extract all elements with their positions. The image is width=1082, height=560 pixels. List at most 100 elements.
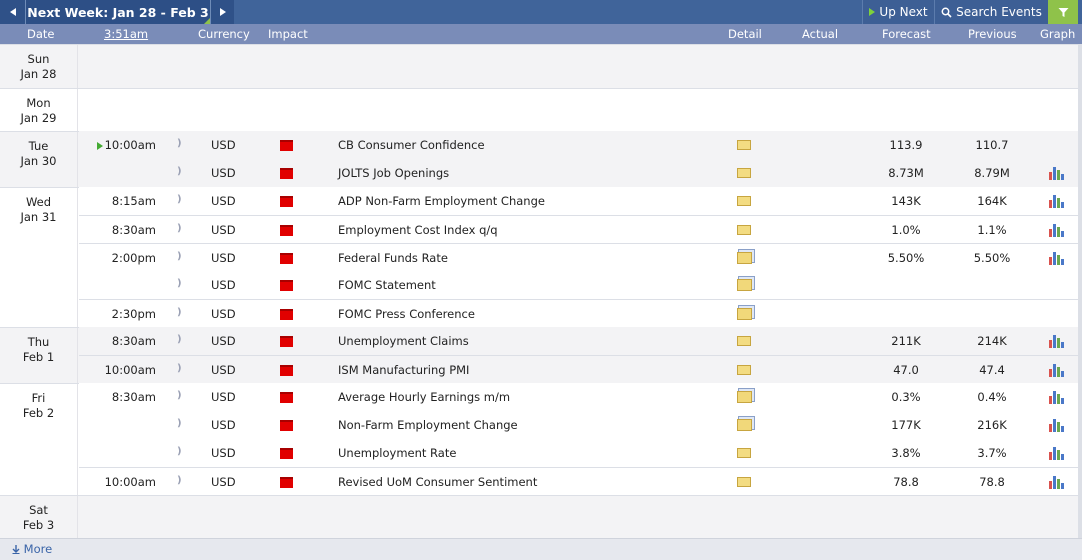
sound-alert-icon[interactable]: ) bbox=[177, 475, 182, 486]
sound-alert-icon[interactable]: ) bbox=[177, 138, 182, 149]
event-time: 2:30pm bbox=[86, 307, 156, 321]
event-time-text: 8:30am bbox=[111, 223, 156, 237]
event-title[interactable]: Non-Farm Employment Change bbox=[338, 418, 518, 432]
detail-document-icon[interactable] bbox=[737, 391, 752, 403]
day-name: Sat bbox=[29, 503, 48, 517]
event-row[interactable]: ) USD JOLTS Job Openings 8.73M 8.79M bbox=[79, 159, 1078, 187]
graph-icon[interactable] bbox=[1049, 251, 1065, 265]
graph-icon[interactable] bbox=[1049, 363, 1065, 377]
detail-folder-icon[interactable] bbox=[737, 196, 751, 206]
graph-icon[interactable] bbox=[1049, 334, 1065, 348]
detail-document-icon[interactable] bbox=[737, 252, 752, 264]
current-time-link[interactable]: 3:51am bbox=[104, 27, 148, 41]
detail-document-icon[interactable] bbox=[737, 419, 752, 431]
up-next-button[interactable]: Up Next bbox=[862, 0, 934, 24]
event-time: 8:30am bbox=[86, 223, 156, 237]
event-title[interactable]: ADP Non-Farm Employment Change bbox=[338, 194, 545, 208]
graph-bar bbox=[1057, 394, 1060, 404]
event-title[interactable]: FOMC Press Conference bbox=[338, 307, 475, 321]
sound-alert-icon[interactable]: ) bbox=[177, 194, 182, 205]
event-row[interactable]: 8:30am) USD Unemployment Claims 211K 214K bbox=[79, 327, 1078, 355]
filter-button[interactable] bbox=[1048, 0, 1078, 24]
sound-alert-icon[interactable]: ) bbox=[177, 363, 182, 374]
event-row[interactable]: 10:00am) USD Revised UoM Consumer Sentimen… bbox=[79, 467, 1078, 495]
search-events-button[interactable]: Search Events bbox=[934, 0, 1048, 24]
sound-alert-icon[interactable]: ) bbox=[177, 166, 182, 177]
high-impact-icon[interactable] bbox=[280, 168, 293, 179]
detail-document-icon[interactable] bbox=[737, 279, 752, 291]
event-title[interactable]: Employment Cost Index q/q bbox=[338, 223, 498, 237]
high-impact-icon[interactable] bbox=[280, 196, 293, 207]
graph-bar bbox=[1057, 367, 1060, 377]
graph-bar bbox=[1061, 426, 1064, 432]
event-title[interactable]: JOLTS Job Openings bbox=[338, 166, 449, 180]
graph-icon[interactable] bbox=[1049, 166, 1065, 180]
sound-alert-icon[interactable]: ) bbox=[177, 390, 182, 401]
high-impact-icon[interactable] bbox=[280, 253, 293, 264]
event-time: 8:30am bbox=[86, 390, 156, 404]
event-row[interactable]: ) USD Unemployment Rate 3.8% 3.7% bbox=[79, 439, 1078, 467]
event-row[interactable]: ) USD FOMC Statement bbox=[79, 271, 1078, 299]
detail-folder-icon[interactable] bbox=[737, 140, 751, 150]
scrollbar-track[interactable] bbox=[1078, 44, 1082, 538]
graph-icon[interactable] bbox=[1049, 475, 1065, 489]
day-label: Mon Jan 29 bbox=[0, 96, 78, 126]
event-title[interactable]: Revised UoM Consumer Sentiment bbox=[338, 475, 537, 489]
sound-alert-icon[interactable]: ) bbox=[177, 278, 182, 289]
graph-icon[interactable] bbox=[1049, 418, 1065, 432]
high-impact-icon[interactable] bbox=[280, 336, 293, 347]
sound-alert-icon[interactable]: ) bbox=[177, 334, 182, 345]
sound-alert-icon[interactable]: ) bbox=[177, 223, 182, 234]
search-events-label: Search Events bbox=[956, 5, 1042, 19]
graph-icon[interactable] bbox=[1049, 194, 1065, 208]
detail-folder-icon[interactable] bbox=[737, 477, 751, 487]
detail-folder-icon[interactable] bbox=[737, 448, 751, 458]
high-impact-icon[interactable] bbox=[280, 392, 293, 403]
sound-alert-icon[interactable]: ) bbox=[177, 307, 182, 318]
event-currency: USD bbox=[211, 334, 236, 348]
event-title[interactable]: Unemployment Claims bbox=[338, 334, 469, 348]
detail-folder-icon[interactable] bbox=[737, 336, 751, 346]
event-row[interactable]: 8:30am) USD Average Hourly Earnings m/m 0.3… bbox=[79, 383, 1078, 411]
event-row[interactable]: 10:00am) USD ISM Manufacturing PMI 47.0 47.4 bbox=[79, 355, 1078, 383]
event-forecast: 3.8% bbox=[891, 446, 921, 460]
event-title[interactable]: ISM Manufacturing PMI bbox=[338, 363, 469, 377]
more-link[interactable]: More bbox=[12, 542, 52, 556]
high-impact-icon[interactable] bbox=[280, 365, 293, 376]
event-title[interactable]: Federal Funds Rate bbox=[338, 251, 448, 265]
day-block bbox=[0, 44, 1078, 88]
high-impact-icon[interactable] bbox=[280, 420, 293, 431]
high-impact-icon[interactable] bbox=[280, 225, 293, 236]
graph-icon[interactable] bbox=[1049, 223, 1065, 237]
sound-alert-icon[interactable]: ) bbox=[177, 446, 182, 457]
event-previous: 3.7% bbox=[977, 446, 1007, 460]
detail-folder-icon[interactable] bbox=[737, 168, 751, 178]
day-label: Wed Jan 31 bbox=[0, 195, 78, 225]
sound-alert-icon[interactable]: ) bbox=[177, 418, 182, 429]
previous-week-button[interactable] bbox=[0, 0, 26, 24]
event-row[interactable]: 8:15am) USD ADP Non-Farm Employment Change… bbox=[79, 187, 1078, 215]
detail-folder-icon[interactable] bbox=[737, 225, 751, 235]
detail-document-icon[interactable] bbox=[737, 308, 752, 320]
event-row[interactable]: 8:30am) USD Employment Cost Index q/q 1.0% 1… bbox=[79, 215, 1078, 243]
event-title[interactable]: Unemployment Rate bbox=[338, 446, 456, 460]
event-row[interactable]: ) USD Non-Farm Employment Change 177K 216K bbox=[79, 411, 1078, 439]
sound-alert-icon[interactable]: ) bbox=[177, 251, 182, 262]
high-impact-icon[interactable] bbox=[280, 448, 293, 459]
next-week-button[interactable] bbox=[210, 0, 234, 24]
graph-icon[interactable] bbox=[1049, 446, 1065, 460]
high-impact-icon[interactable] bbox=[280, 477, 293, 488]
high-impact-icon[interactable] bbox=[280, 280, 293, 291]
graph-bar bbox=[1057, 450, 1060, 460]
high-impact-icon[interactable] bbox=[280, 140, 293, 151]
event-title[interactable]: Average Hourly Earnings m/m bbox=[338, 390, 510, 404]
event-row[interactable]: 2:00pm) USD Federal Funds Rate 5.50% 5.50% bbox=[79, 243, 1078, 271]
event-row[interactable]: 2:30pm) USD FOMC Press Conference bbox=[79, 299, 1078, 327]
high-impact-icon[interactable] bbox=[280, 309, 293, 320]
week-selector[interactable]: Next Week: Jan 28 - Feb 3 bbox=[26, 0, 210, 24]
detail-folder-icon[interactable] bbox=[737, 365, 751, 375]
event-title[interactable]: CB Consumer Confidence bbox=[338, 138, 485, 152]
event-row[interactable]: 10:00am) USD CB Consumer Confidence 113.9 11… bbox=[79, 131, 1078, 159]
event-title[interactable]: FOMC Statement bbox=[338, 278, 436, 292]
graph-icon[interactable] bbox=[1049, 390, 1065, 404]
